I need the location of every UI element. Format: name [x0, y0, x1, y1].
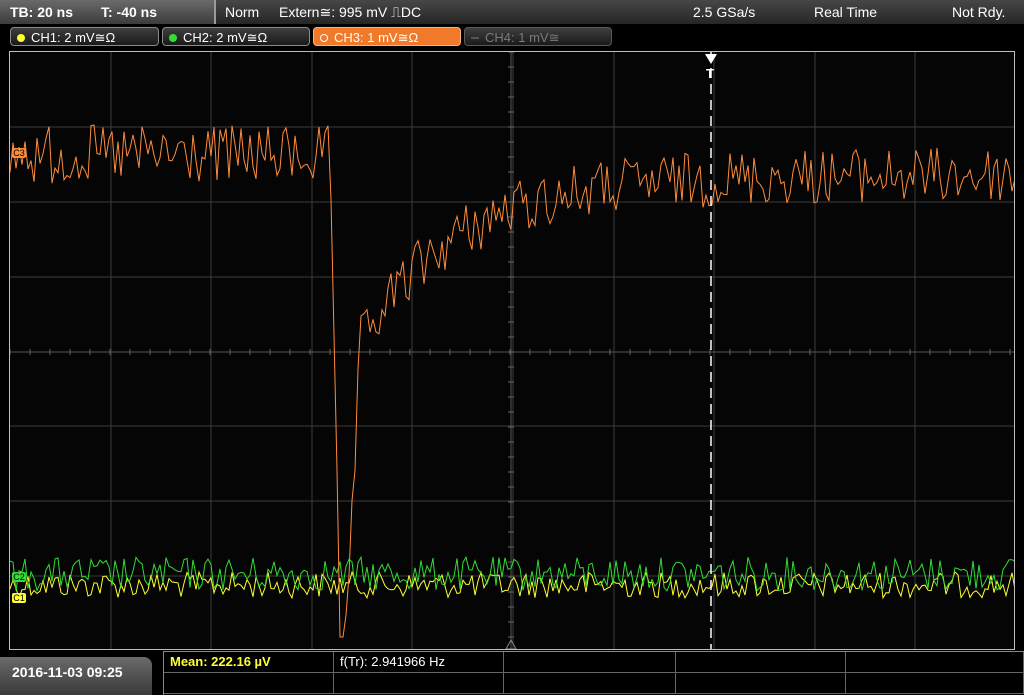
- channel-4-dash-icon: [471, 37, 479, 39]
- channel-3-button[interactable]: CH3: 1 mV≅Ω: [313, 27, 461, 46]
- timebase-value: TB: 20 ns: [10, 4, 74, 20]
- measurement-slot-empty[interactable]: [846, 652, 1024, 673]
- channel-2-offset-marker[interactable]: C2: [12, 572, 26, 582]
- channel-2-dot-icon: [169, 34, 177, 42]
- channel-4-button[interactable]: CH4: 1 mV≅: [464, 27, 612, 46]
- channel-buttons-row: CH1: 2 mV≅Ω CH2: 2 mV≅Ω CH3: 1 mV≅Ω CH4:…: [0, 24, 1024, 50]
- measurement-panel[interactable]: Mean: 222.16 µV f(Tr): 2.941966 Hz: [163, 651, 1024, 695]
- trigger-arrow-icon[interactable]: [705, 54, 717, 64]
- acquisition-mode: Real Time: [814, 4, 878, 20]
- trigger-time-value: T: -40 ns: [101, 4, 158, 20]
- channel-1-dot-icon: [17, 34, 25, 42]
- status-bar: TB: 20 ns T: -40 ns Norm Extern≅: 995 mV…: [0, 0, 1024, 24]
- mean-measurement[interactable]: Mean: 222.16 µV: [164, 652, 334, 673]
- channel-3-offset-marker[interactable]: C3: [12, 148, 26, 158]
- datetime-box: 2016-11-03 09:25: [0, 657, 152, 695]
- trigger-marker-label: T: [706, 66, 714, 81]
- measurement-slot-empty[interactable]: [504, 673, 676, 694]
- bottom-bar: 2016-11-03 09:25 Mean: 222.16 µV f(Tr): …: [0, 651, 1024, 695]
- channel-1-label: CH1: 2 mV≅Ω: [31, 30, 116, 45]
- frequency-measurement[interactable]: f(Tr): 2.941966 Hz: [334, 652, 504, 673]
- channel-2-button[interactable]: CH2: 2 mV≅Ω: [162, 27, 310, 46]
- graticule: [10, 52, 1014, 649]
- channel-2-label: CH2: 2 mV≅Ω: [183, 30, 268, 45]
- measurement-slot-empty[interactable]: [334, 673, 504, 694]
- waveform-svg: T: [10, 52, 1014, 649]
- measurement-slot-empty[interactable]: [164, 673, 334, 694]
- measurement-slot-empty[interactable]: [676, 673, 846, 694]
- trigger-mode[interactable]: Norm: [225, 0, 259, 24]
- channel-1-button[interactable]: CH1: 2 mV≅Ω: [10, 27, 159, 46]
- acquisition-info-bar: Norm Extern≅: 995 mV ⎍DC 2.5 GSa/s Real …: [216, 0, 1024, 24]
- measurement-slot-empty[interactable]: [846, 673, 1024, 694]
- acquisition-state: Not Rdy.: [952, 4, 1006, 20]
- sample-rate: 2.5 GSa/s: [693, 4, 756, 20]
- waveform-display[interactable]: T C3 C2 C1: [9, 51, 1015, 650]
- channel-1-offset-marker[interactable]: C1: [12, 593, 26, 603]
- channel-3-label: CH3: 1 mV≅Ω: [334, 30, 419, 45]
- trigger-source[interactable]: Extern≅: 995 mV ⎍DC: [279, 0, 421, 24]
- channel-3-dot-icon: [320, 34, 328, 42]
- timebase-box[interactable]: TB: 20 ns T: -40 ns: [0, 0, 216, 24]
- measurement-slot-empty[interactable]: [504, 652, 676, 673]
- measurement-slot-empty[interactable]: [676, 652, 846, 673]
- channel-4-label: CH4: 1 mV≅: [485, 30, 560, 45]
